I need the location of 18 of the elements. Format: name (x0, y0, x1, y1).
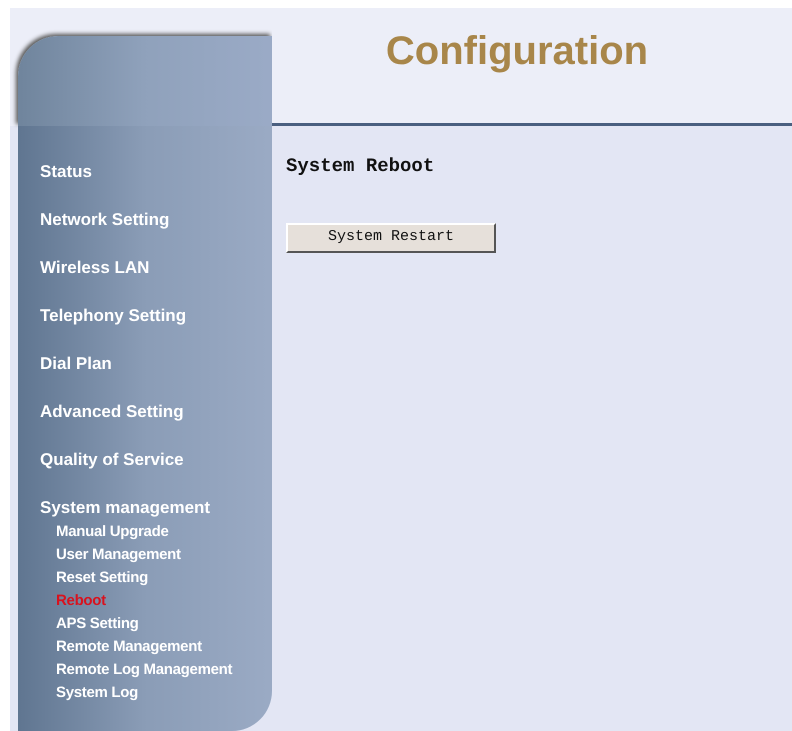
sidebar-item[interactable]: Network Setting (40, 210, 170, 230)
sidebar-item[interactable]: Quality of Service (40, 450, 184, 470)
sidebar-item[interactable]: Wireless LAN (40, 258, 150, 278)
sidebar-subitem[interactable]: Manual Upgrade (56, 520, 168, 543)
page-title: Configuration (386, 28, 648, 75)
section-heading: System Reboot (286, 154, 434, 179)
restart-button[interactable]: System Restart (286, 222, 496, 252)
sidebar-subitem[interactable]: APS Setting (56, 612, 139, 635)
sidebar-subitem[interactable]: Reset Setting (56, 566, 148, 589)
sidebar-item[interactable]: Telephony Setting (40, 306, 186, 326)
sidebar-item[interactable]: Dial Plan (40, 354, 112, 374)
sidebar-subitem[interactable]: Remote Log Management (56, 658, 232, 681)
sidebar-item[interactable]: Advanced Setting (40, 402, 184, 422)
sidebar-subitem[interactable]: User Management (56, 543, 181, 566)
sidebar-subitem[interactable]: System Log (56, 681, 138, 704)
sidebar-item[interactable]: Status (40, 162, 92, 182)
sidebar-subitem[interactable]: Remote Management (56, 635, 202, 658)
sidebar-item[interactable]: System management (40, 498, 210, 518)
